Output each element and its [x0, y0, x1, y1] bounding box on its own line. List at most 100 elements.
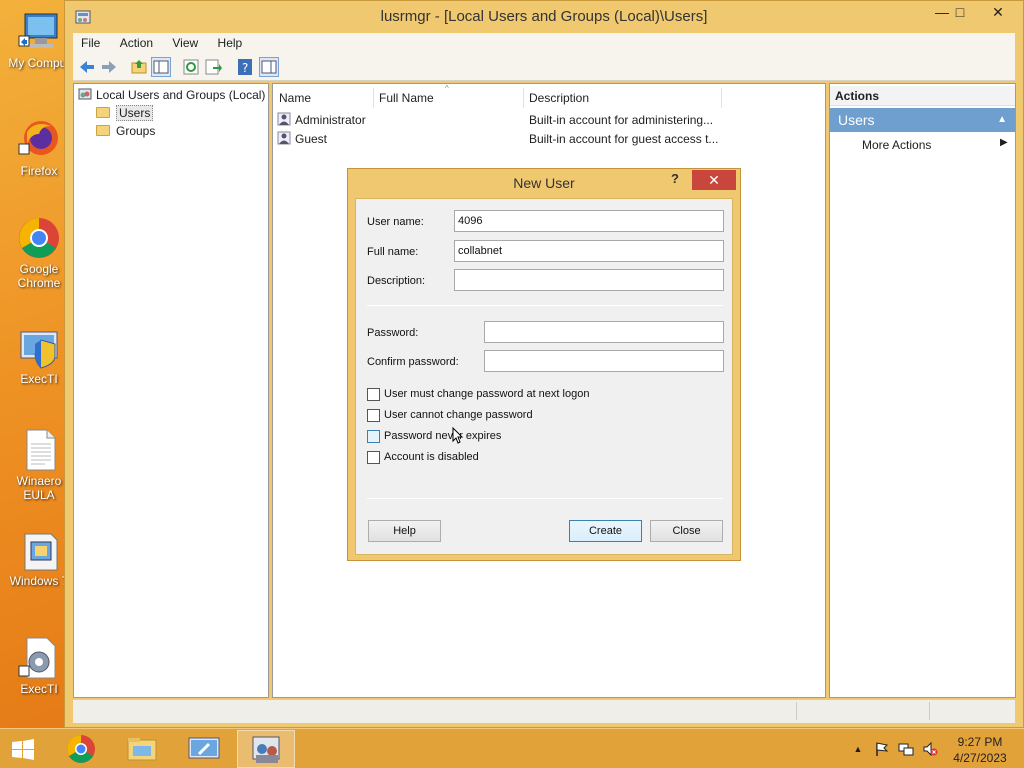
help-button[interactable]: Help [368, 520, 441, 542]
tree-root-label: Local Users and Groups (Local) [96, 88, 266, 102]
desktop-icon-label: ExecTI [20, 682, 58, 696]
cell-name: Administrator [295, 113, 366, 127]
dialog-body: User name: 4096 Full name: collabnet Des… [355, 198, 733, 555]
user-account-icon [277, 112, 291, 126]
show-hidden-icons-icon[interactable]: ▲ [850, 741, 866, 757]
cannot-change-password-label[interactable]: User cannot change password [384, 408, 533, 422]
cell-description: Built-in account for administering... [529, 113, 714, 127]
more-actions-label: More Actions [862, 138, 932, 152]
mouse-cursor-icon [452, 426, 464, 445]
users-groups-icon [78, 87, 92, 101]
password-field[interactable] [484, 321, 724, 343]
dialog-close-button[interactable]: ✕ [692, 170, 736, 190]
table-row-guest[interactable]: Guest [277, 130, 327, 148]
dialog-help-button[interactable]: ? [666, 171, 684, 189]
forward-arrow-icon[interactable] [99, 57, 119, 77]
menu-bar: File Action View Help [73, 33, 1015, 53]
taskbar: ▲ 9:27 PM 4/27/2023 [0, 728, 1024, 768]
user-account-icon [277, 131, 291, 145]
execti-shield-icon [17, 326, 61, 370]
menu-view[interactable]: View [164, 33, 206, 53]
menu-file[interactable]: File [73, 33, 108, 53]
taskbar-execti[interactable] [175, 730, 233, 768]
volume-muted-icon[interactable] [922, 741, 938, 757]
taskbar-chrome[interactable] [52, 730, 110, 768]
actions-section-users[interactable]: Users ▲ [830, 108, 1015, 132]
maximize-button[interactable]: □ [943, 1, 977, 23]
back-arrow-icon[interactable] [77, 57, 97, 77]
taskbar-lusrmgr[interactable] [237, 730, 295, 768]
file-explorer-icon [127, 738, 157, 761]
chrome-icon [17, 216, 61, 260]
status-divider [796, 702, 797, 720]
sort-indicator-icon: ^ [445, 84, 449, 93]
password-never-expires-label[interactable]: Password never expires [384, 429, 501, 443]
title-bar[interactable]: lusrmgr - [Local Users and Groups (Local… [65, 1, 1023, 33]
clock-time[interactable]: 9:27 PM [940, 735, 1020, 749]
column-divider[interactable] [721, 88, 722, 108]
column-header-description[interactable]: Description [529, 88, 719, 108]
separator [367, 498, 723, 499]
toolbar: ? [73, 53, 1015, 81]
status-bar [73, 699, 1015, 723]
desktop-icon-label: Firefox [20, 164, 58, 178]
taskbar-file-explorer[interactable] [113, 730, 171, 768]
submenu-arrow-icon: ▶ [1000, 137, 1008, 148]
computer-icon [17, 10, 61, 54]
clock-date[interactable]: 4/27/2023 [940, 751, 1020, 765]
desktop-icon-label: Winaero EULA [16, 474, 62, 502]
tree-item-users-label: Users [116, 105, 154, 121]
tree-root[interactable]: Local Users and Groups (Local) [78, 86, 265, 104]
desktop-icon-label: ExecTI [20, 372, 58, 386]
menu-action[interactable]: Action [112, 33, 161, 53]
svg-text:?: ? [242, 61, 248, 75]
description-field[interactable] [454, 269, 724, 291]
action-center-flag-icon[interactable] [874, 741, 890, 757]
start-button[interactable] [0, 730, 48, 768]
chrome-icon [67, 735, 95, 763]
table-row-administrator[interactable]: Administrator [277, 111, 366, 129]
console-tree: Local Users and Groups (Local) Users Gro… [73, 83, 269, 698]
status-divider [929, 702, 930, 720]
confirm-password-field[interactable] [484, 350, 724, 372]
gear-icon [17, 636, 61, 680]
create-button[interactable]: Create [569, 520, 642, 542]
export-list-icon[interactable] [203, 57, 223, 77]
must-change-password-checkbox[interactable] [367, 388, 380, 401]
folder-icon [96, 125, 110, 136]
show-hide-console-tree-icon[interactable] [151, 57, 171, 77]
network-icon[interactable] [898, 741, 914, 757]
more-actions-item[interactable]: More Actions [862, 136, 931, 154]
document-icon [17, 428, 61, 472]
column-divider[interactable] [523, 88, 524, 108]
confirm-password-label: Confirm password: [367, 356, 459, 368]
up-folder-icon[interactable] [129, 57, 149, 77]
collapse-triangle-icon[interactable]: ▲ [997, 108, 1007, 132]
refresh-icon[interactable] [181, 57, 201, 77]
column-divider[interactable] [373, 88, 374, 108]
close-button[interactable]: Close [650, 520, 723, 542]
fullname-field[interactable]: collabnet [454, 240, 724, 262]
must-change-password-label[interactable]: User must change password at next logon [384, 387, 589, 401]
password-never-expires-checkbox[interactable] [367, 430, 380, 443]
column-header-full-name[interactable]: Full Name [379, 88, 523, 108]
column-header-name[interactable]: Name [279, 88, 375, 108]
username-label: User name: [367, 216, 424, 228]
desktop-icon-label: My Comput [8, 56, 70, 70]
cannot-change-password-checkbox[interactable] [367, 409, 380, 422]
description-label: Description: [367, 275, 426, 287]
actions-pane: Actions Users ▲ More Actions ▶ [829, 83, 1016, 698]
tree-item-groups[interactable]: Groups [96, 122, 155, 140]
username-field[interactable]: 4096 [454, 210, 724, 232]
tree-item-users[interactable]: Users [96, 104, 154, 122]
desktop-icon-label: Windows 7 [9, 574, 69, 588]
account-disabled-checkbox[interactable] [367, 451, 380, 464]
show-hide-action-pane-icon[interactable] [259, 57, 279, 77]
account-disabled-label[interactable]: Account is disabled [384, 450, 479, 464]
windows-installer-icon [17, 528, 61, 572]
menu-help[interactable]: Help [210, 33, 251, 53]
actions-section-label: Users [838, 112, 875, 128]
users-groups-icon [252, 736, 280, 763]
close-window-button[interactable]: ✕ [981, 1, 1015, 23]
help-icon[interactable]: ? [235, 57, 255, 77]
